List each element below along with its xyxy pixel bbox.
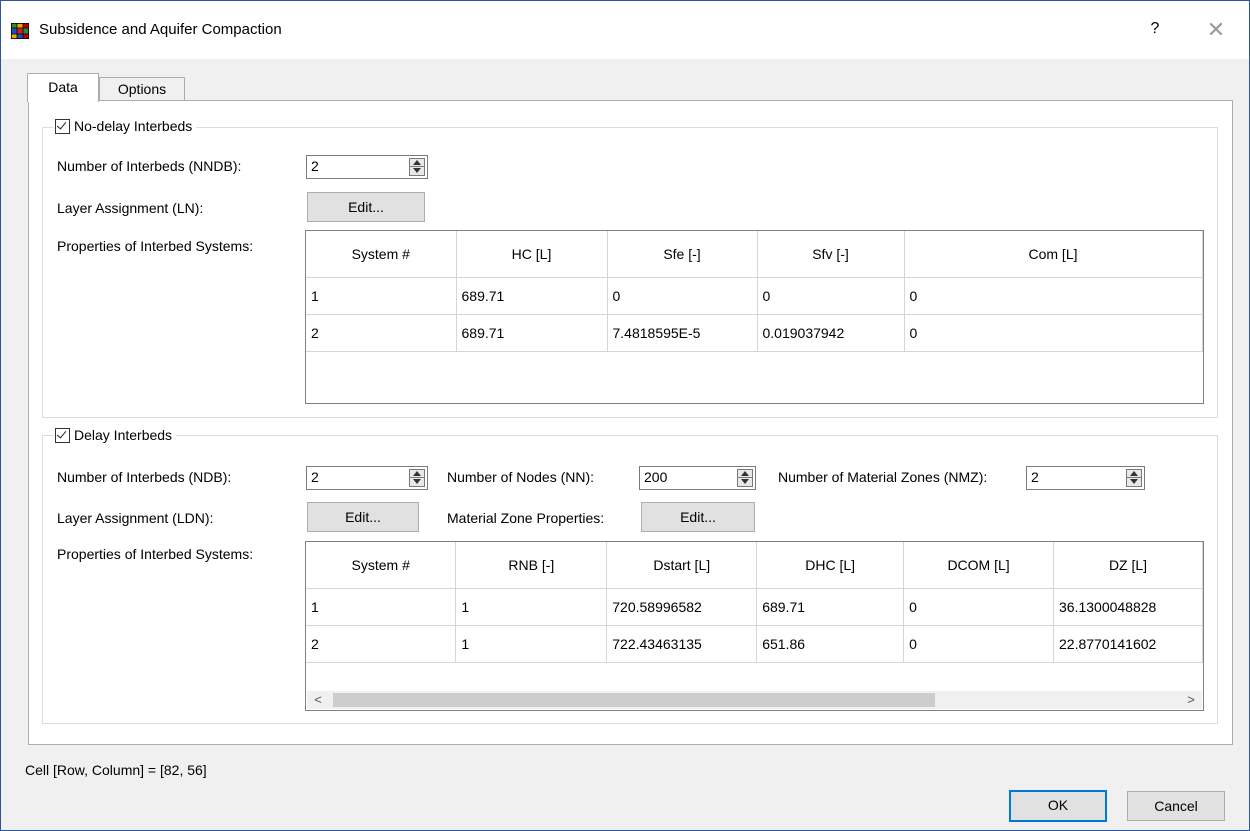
scroll-right-icon[interactable]: > <box>1182 691 1200 709</box>
table-row: 2 689.71 7.4818595E-5 0.019037942 0 <box>306 314 1203 352</box>
table-cell[interactable]: 689.71 <box>456 314 608 352</box>
ndb-value: 2 <box>311 469 319 485</box>
nndb-label: Number of Interbeds (NNDB): <box>57 158 242 174</box>
table-cell[interactable]: 36.1300048828 <box>1053 588 1203 626</box>
table-cell[interactable]: 22.8770141602 <box>1053 625 1203 663</box>
table-cell[interactable]: 651.86 <box>756 625 905 663</box>
column-header[interactable]: System # <box>306 542 457 589</box>
column-header[interactable]: RNB [-] <box>455 542 608 589</box>
nn-value: 200 <box>644 469 668 485</box>
ln-label: Layer Assignment (LN): <box>57 200 204 216</box>
nndb-spinner[interactable]: 2 <box>306 155 428 179</box>
title-bar: Subsidence and Aquifer Compaction ? ✕ <box>1 1 1249 59</box>
spin-arrows-icon[interactable] <box>1126 469 1142 487</box>
checkmark-icon <box>56 118 67 130</box>
table-cell[interactable]: 1 <box>306 277 457 315</box>
table-cell[interactable]: 0 <box>904 277 1203 315</box>
status-text: Cell [Row, Column] = [82, 56] <box>25 762 207 778</box>
ndb-spinner[interactable]: 2 <box>306 466 428 490</box>
table-cell[interactable]: 722.43463135 <box>606 625 758 663</box>
window-title: Subsidence and Aquifer Compaction <box>39 21 282 38</box>
column-header[interactable]: Sfv [-] <box>757 231 905 278</box>
column-header[interactable]: Com [L] <box>904 231 1203 278</box>
delay-interbeds-label: Delay Interbeds <box>74 427 173 443</box>
nn-spinner[interactable]: 200 <box>639 466 756 490</box>
delay-interbeds-checkbox[interactable] <box>55 427 70 443</box>
table-cell[interactable]: 1 <box>306 588 457 626</box>
table-cell[interactable]: 689.71 <box>456 277 608 315</box>
table-row: 1 689.71 0 0 0 <box>306 277 1203 315</box>
table-cell[interactable]: 689.71 <box>756 588 905 626</box>
column-header[interactable]: DZ [L] <box>1053 542 1203 589</box>
table-cell[interactable]: 0 <box>757 277 905 315</box>
nmz-spinner[interactable]: 2 <box>1026 466 1145 490</box>
column-header[interactable]: DHC [L] <box>756 542 905 589</box>
no-delay-props-label: Properties of Interbed Systems: <box>57 238 254 254</box>
close-button[interactable]: ✕ <box>1201 15 1231 45</box>
spin-arrows-icon[interactable] <box>409 158 425 176</box>
spin-arrows-icon[interactable] <box>409 469 425 487</box>
table-header-row: System # RNB [-] Dstart [L] DHC [L] DCOM… <box>306 542 1203 589</box>
checkmark-icon <box>56 427 67 439</box>
dialog-window: Subsidence and Aquifer Compaction ? ✕ Da… <box>0 0 1250 831</box>
table-row: 2 1 722.43463135 651.86 0 22.8770141602 <box>306 625 1203 663</box>
column-header[interactable]: Dstart [L] <box>606 542 758 589</box>
horizontal-scrollbar[interactable]: < > <box>307 691 1202 709</box>
table-cell[interactable]: 0 <box>903 625 1054 663</box>
scroll-left-icon[interactable]: < <box>309 691 327 709</box>
column-header[interactable]: DCOM [L] <box>903 542 1054 589</box>
no-delay-interbeds-checkbox[interactable] <box>55 118 70 134</box>
help-button[interactable]: ? <box>1145 17 1165 41</box>
delay-properties-table[interactable]: System # RNB [-] Dstart [L] DHC [L] DCOM… <box>305 541 1204 711</box>
spin-arrows-icon[interactable] <box>737 469 753 487</box>
table-cell[interactable]: 7.4818595E-5 <box>607 314 758 352</box>
table-cell[interactable]: 2 <box>306 625 457 663</box>
table-cell[interactable]: 1 <box>455 625 608 663</box>
column-header[interactable]: Sfe [-] <box>607 231 758 278</box>
no-delay-interbeds-label: No-delay Interbeds <box>74 118 193 134</box>
ok-button[interactable]: OK <box>1009 790 1107 822</box>
table-cell[interactable]: 720.58996582 <box>606 588 758 626</box>
table-cell[interactable]: 0.019037942 <box>757 314 905 352</box>
nn-label: Number of Nodes (NN): <box>447 469 595 485</box>
no-delay-interbeds-legend: No-delay Interbeds <box>53 118 197 134</box>
column-header[interactable]: System # <box>306 231 457 278</box>
table-cell[interactable]: 0 <box>607 277 758 315</box>
delay-interbeds-legend: Delay Interbeds <box>53 427 177 443</box>
ldn-label: Layer Assignment (LDN): <box>57 510 214 526</box>
tab-options[interactable]: Options <box>99 77 185 100</box>
table-cell[interactable]: 2 <box>306 314 457 352</box>
app-icon <box>11 23 30 39</box>
table-cell[interactable]: 1 <box>455 588 608 626</box>
cancel-button[interactable]: Cancel <box>1127 791 1225 821</box>
material-zone-edit-button[interactable]: Edit... <box>641 502 755 532</box>
tab-data[interactable]: Data <box>27 73 99 102</box>
ln-edit-button[interactable]: Edit... <box>307 192 425 222</box>
delay-props-label: Properties of Interbed Systems: <box>57 546 254 562</box>
nndb-value: 2 <box>311 158 319 174</box>
column-header[interactable]: HC [L] <box>456 231 608 278</box>
material-zone-label: Material Zone Properties: <box>447 510 605 526</box>
table-cell[interactable]: 0 <box>903 588 1054 626</box>
ldn-edit-button[interactable]: Edit... <box>307 502 419 532</box>
no-delay-properties-table[interactable]: System # HC [L] Sfe [-] Sfv [-] Com [L] … <box>305 230 1204 404</box>
nmz-label: Number of Material Zones (NMZ): <box>778 469 988 485</box>
ndb-label: Number of Interbeds (NDB): <box>57 469 232 485</box>
table-header-row: System # HC [L] Sfe [-] Sfv [-] Com [L] <box>306 231 1203 278</box>
table-row: 1 1 720.58996582 689.71 0 36.1300048828 <box>306 588 1203 626</box>
scrollbar-thumb[interactable] <box>333 693 935 707</box>
nmz-value: 2 <box>1031 469 1039 485</box>
table-cell[interactable]: 0 <box>904 314 1203 352</box>
